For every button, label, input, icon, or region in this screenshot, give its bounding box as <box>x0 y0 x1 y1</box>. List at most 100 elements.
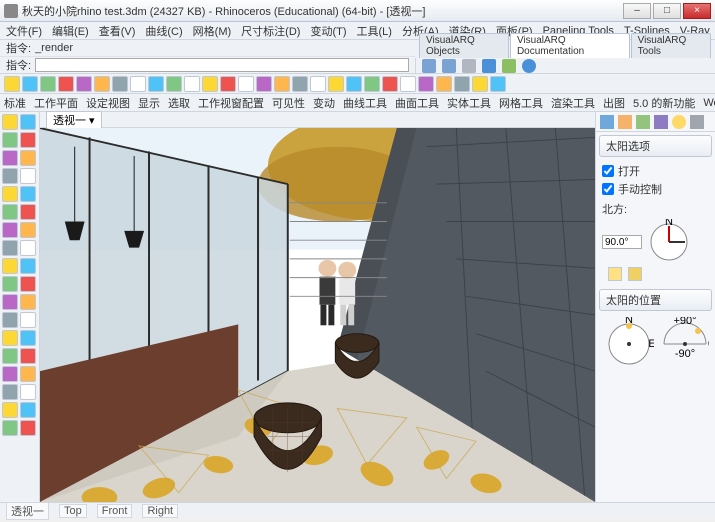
status-view-tab[interactable]: Right <box>142 504 178 518</box>
left-tool-button[interactable] <box>20 204 36 220</box>
toolbar-button[interactable] <box>202 76 218 92</box>
left-tool-button[interactable] <box>20 348 36 364</box>
panel-icon[interactable] <box>600 115 614 129</box>
toolbar-button[interactable] <box>364 76 380 92</box>
left-tool-button[interactable] <box>20 114 36 130</box>
tool-group[interactable]: 实体工具 <box>447 95 491 111</box>
left-tool-button[interactable] <box>2 402 18 418</box>
status-view-tab[interactable]: 透视一 <box>6 502 49 520</box>
toolbar-button[interactable] <box>472 76 488 92</box>
toolbar-button[interactable] <box>94 76 110 92</box>
menu-item[interactable]: 查看(V) <box>99 23 136 39</box>
altitude-dial[interactable]: +90° -90° 0° <box>658 317 710 371</box>
left-tool-button[interactable] <box>2 348 18 364</box>
right-tab[interactable]: VisualARQ Objects <box>419 33 509 58</box>
toolbar-button[interactable] <box>454 76 470 92</box>
tool-group[interactable]: 设定视图 <box>86 95 130 111</box>
toolbar-icon[interactable] <box>462 59 476 73</box>
toolbar-button[interactable] <box>22 76 38 92</box>
left-tool-button[interactable] <box>20 420 36 436</box>
toolbar-button[interactable] <box>328 76 344 92</box>
tool-group[interactable]: 工作视窗配置 <box>198 95 264 111</box>
menu-item[interactable]: 文件(F) <box>6 23 42 39</box>
left-tool-button[interactable] <box>20 186 36 202</box>
left-tool-button[interactable] <box>20 312 36 328</box>
left-tool-button[interactable] <box>2 186 18 202</box>
left-tool-button[interactable] <box>2 330 18 346</box>
left-tool-button[interactable] <box>20 132 36 148</box>
left-tool-button[interactable] <box>2 150 18 166</box>
left-tool-button[interactable] <box>2 240 18 256</box>
minimize-button[interactable]: – <box>623 3 651 19</box>
tool-group[interactable]: 曲面工具 <box>395 95 439 111</box>
left-tool-button[interactable] <box>2 366 18 382</box>
north-input[interactable] <box>602 235 642 249</box>
menu-item[interactable]: 变动(T) <box>310 23 346 39</box>
toolbar-button[interactable] <box>220 76 236 92</box>
toolbar-button[interactable] <box>58 76 74 92</box>
tool-group[interactable]: 显示 <box>138 95 160 111</box>
viewport-tab[interactable]: 透视一 ▾ <box>46 111 102 129</box>
toolbar-button[interactable] <box>382 76 398 92</box>
command-input[interactable] <box>35 58 409 72</box>
toolbar-button[interactable] <box>76 76 92 92</box>
right-tab[interactable]: VisualARQ Documentation <box>510 33 630 58</box>
tool-group[interactable]: 工作平面 <box>34 95 78 111</box>
left-tool-button[interactable] <box>20 294 36 310</box>
status-view-tab[interactable]: Top <box>59 504 87 518</box>
tool-group[interactable]: 网格工具 <box>499 95 543 111</box>
sun-icon[interactable] <box>672 115 686 129</box>
left-tool-button[interactable] <box>20 168 36 184</box>
toolbar-button[interactable] <box>166 76 182 92</box>
toolbar-icon[interactable] <box>422 59 436 73</box>
left-tool-button[interactable] <box>20 384 36 400</box>
toolbar-button[interactable] <box>436 76 452 92</box>
toolbar-button[interactable] <box>238 76 254 92</box>
left-tool-button[interactable] <box>2 276 18 292</box>
toolbar-button[interactable] <box>184 76 200 92</box>
tool-group[interactable]: 变动 <box>313 95 335 111</box>
menu-item[interactable]: 编辑(E) <box>52 23 89 39</box>
close-button[interactable]: × <box>683 3 711 19</box>
left-tool-button[interactable] <box>2 168 18 184</box>
north-compass[interactable]: N <box>646 219 692 265</box>
toolbar-button[interactable] <box>130 76 146 92</box>
maximize-button[interactable]: □ <box>653 3 681 19</box>
doc-icon[interactable] <box>502 59 516 73</box>
tool-group[interactable]: 曲线工具 <box>343 95 387 111</box>
toolbar-button[interactable] <box>148 76 164 92</box>
left-tool-button[interactable] <box>20 222 36 238</box>
panel-icon[interactable] <box>654 115 668 129</box>
tool-group[interactable]: WeaverBird <box>703 97 715 109</box>
folder-icon[interactable] <box>628 267 642 281</box>
toolbar-button[interactable] <box>346 76 362 92</box>
toolbar-button[interactable] <box>274 76 290 92</box>
toolbar-button[interactable] <box>4 76 20 92</box>
sun-manual-checkbox[interactable]: 手动控制 <box>602 181 709 197</box>
left-tool-button[interactable] <box>2 114 18 130</box>
status-view-tab[interactable]: Front <box>97 504 133 518</box>
tool-group[interactable]: 5.0 的新功能 <box>633 95 695 111</box>
left-tool-button[interactable] <box>2 294 18 310</box>
left-tool-button[interactable] <box>20 366 36 382</box>
sun-on-checkbox[interactable]: 打开 <box>602 163 709 179</box>
left-tool-button[interactable] <box>20 240 36 256</box>
left-tool-button[interactable] <box>2 420 18 436</box>
tool-group[interactable]: 出图 <box>603 95 625 111</box>
menu-item[interactable]: 工具(L) <box>357 23 392 39</box>
toolbar-button[interactable] <box>310 76 326 92</box>
left-tool-button[interactable] <box>2 312 18 328</box>
panel-icon[interactable] <box>636 115 650 129</box>
left-tool-button[interactable] <box>2 258 18 274</box>
toolbar-button[interactable] <box>292 76 308 92</box>
tool-group[interactable]: 标准 <box>4 95 26 111</box>
toolbar-button[interactable] <box>112 76 128 92</box>
toolbar-icon[interactable] <box>442 59 456 73</box>
left-tool-button[interactable] <box>20 330 36 346</box>
menu-item[interactable]: 尺寸标注(D) <box>241 23 300 39</box>
toolbar-button[interactable] <box>400 76 416 92</box>
save-icon[interactable] <box>608 267 622 281</box>
tool-group[interactable]: 选取 <box>168 95 190 111</box>
right-tab[interactable]: VisualARQ Tools <box>631 33 711 58</box>
viewport[interactable] <box>40 128 595 502</box>
